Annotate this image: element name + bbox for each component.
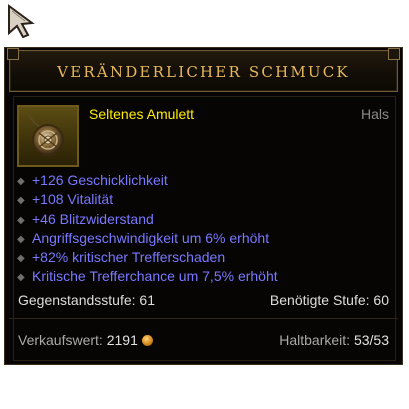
property-text: +46 Blitzwiderstand bbox=[32, 210, 154, 227]
level-requirements: Gegenstandsstufe: 61 Benötigte Stufe: 60 bbox=[18, 292, 389, 308]
diamond-bullet-icon: ◆ bbox=[17, 214, 25, 226]
diamond-bullet-icon: ◆ bbox=[17, 195, 25, 207]
property-line: ◆ Kritische Trefferchance um 7,5% erhöht bbox=[17, 267, 278, 286]
durability: Haltbarkeit: 53/53 bbox=[279, 332, 389, 348]
frame-corner bbox=[388, 48, 400, 60]
item-name: VERÄNDERLICHER SCHMUCK bbox=[57, 63, 350, 81]
property-text: +108 Vitalität bbox=[32, 191, 114, 208]
footer-divider bbox=[9, 318, 398, 319]
amulet-icon bbox=[17, 105, 79, 167]
property-text: +126 Geschicklichkeit bbox=[32, 172, 168, 188]
property-line: ◆ +126 Geschicklichkeit bbox=[17, 171, 278, 190]
required-level: Benötigte Stufe: 60 bbox=[269, 292, 389, 308]
diamond-bullet-icon: ◆ bbox=[17, 233, 25, 245]
property-text: +82% kritischer Trefferschaden bbox=[32, 249, 226, 266]
property-line: ◆ +82% kritischer Trefferschaden bbox=[17, 248, 278, 267]
property-text: Kritische Trefferchance um 7,5% erhöht bbox=[32, 268, 278, 285]
durability-value: 53/53 bbox=[353, 332, 389, 348]
diamond-bullet-icon: ◆ bbox=[17, 253, 25, 265]
tooltip-footer: Verkaufswert: 2191 Haltbarkeit: 53/53 bbox=[18, 332, 389, 348]
property-line: ◆ +108 Vitalität bbox=[17, 190, 278, 209]
property-line: ◆ +46 Blitzwiderstand bbox=[17, 210, 278, 229]
property-text: Angriffsgeschwindigkeit um 6% erhöht bbox=[32, 229, 270, 246]
tooltip-title-bar: VERÄNDERLICHER SCHMUCK bbox=[7, 48, 400, 92]
item-level: Gegenstandsstufe: 61 bbox=[18, 292, 155, 308]
item-slot: Hals bbox=[360, 106, 389, 122]
durability-label: Haltbarkeit: bbox=[279, 332, 351, 348]
property-line: ◆ Angriffsgeschwindigkeit um 6% erhöht bbox=[17, 229, 278, 248]
sell-value: 2191 bbox=[106, 332, 138, 348]
diamond-bullet-icon: ◆ bbox=[17, 176, 25, 187]
item-tooltip: VERÄNDERLICHER SCHMUCK Seltenes Amulett … bbox=[4, 47, 403, 365]
diamond-bullet-icon: ◆ bbox=[17, 272, 25, 284]
cursor-arrow-icon bbox=[8, 4, 35, 38]
gold-coin-icon bbox=[141, 335, 153, 346]
frame-corner bbox=[7, 48, 19, 60]
item-properties-list: ◆ +126 Geschicklichkeit ◆ +108 Vitalität ◆… bbox=[17, 171, 278, 287]
sell-value-label: Verkaufswert: bbox=[18, 332, 103, 348]
item-rarity-type: Seltenes Amulett bbox=[89, 106, 195, 122]
